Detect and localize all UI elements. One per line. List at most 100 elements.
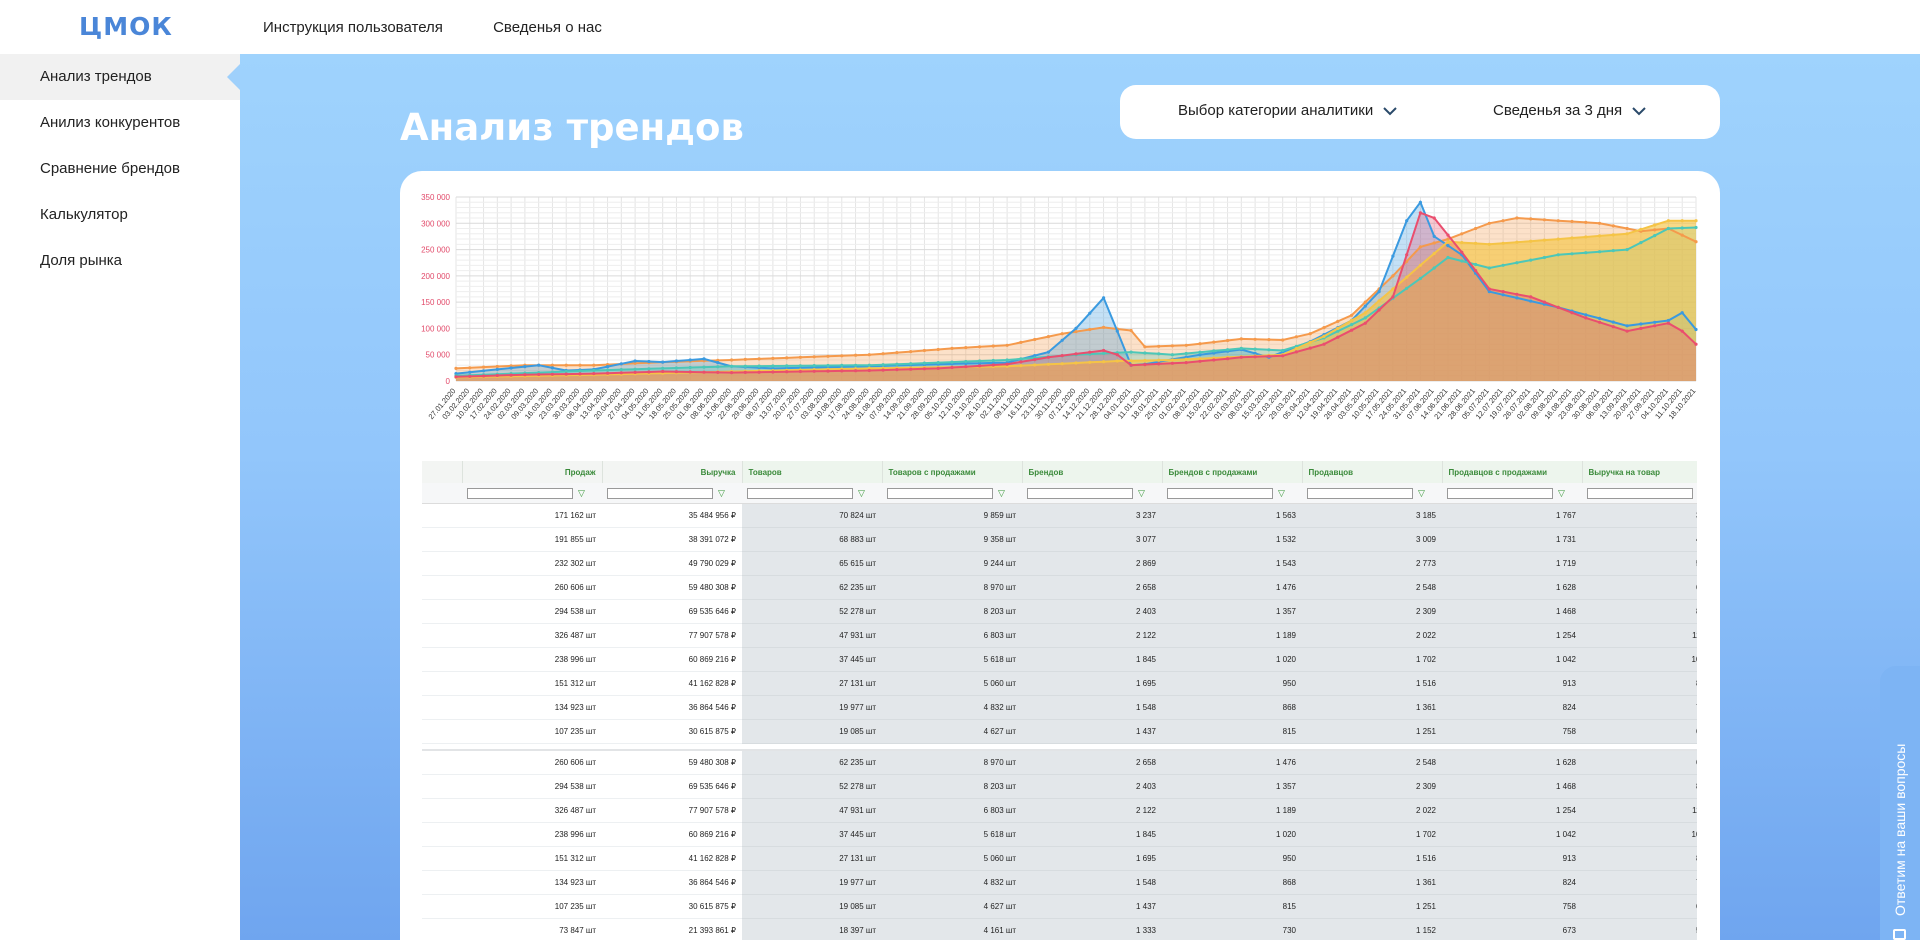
sidebar-item-competitors[interactable]: Анилиз конкурентов xyxy=(0,100,240,146)
table-row[interactable]: 151 312 шт 41 162 828 ₽27 131 шт 5 060 шт 1… xyxy=(422,671,1697,696)
series-point xyxy=(1625,226,1629,231)
table-row[interactable]: 134 923 шт 36 864 546 ₽19 977 шт 4 832 шт 1… xyxy=(422,870,1697,895)
table-cell: 4 627 шт xyxy=(882,719,1022,744)
series-point xyxy=(854,369,858,373)
series-point xyxy=(1294,335,1298,339)
table-cell: 1 020 xyxy=(1162,822,1302,847)
series-point xyxy=(647,359,651,364)
filter-input[interactable] xyxy=(1027,487,1133,499)
table-row[interactable]: 238 996 шт 60 869 216 ₽37 445 шт 5 618 шт 1… xyxy=(422,822,1697,847)
column-header[interactable]: Продавцов xyxy=(1302,461,1443,483)
table-row[interactable]: 260 606 шт 59 480 308 ₽62 235 шт 8 970 шт 2… xyxy=(422,750,1697,775)
sidebar-item-market-share[interactable]: Доля рынка xyxy=(0,238,240,284)
chevron-down-icon xyxy=(1383,106,1397,115)
table-row[interactable]: 151 312 шт 41 162 828 ₽27 131 шт 5 060 шт 1… xyxy=(422,846,1697,871)
table-row[interactable]: 326 487 шт 77 907 578 ₽47 931 шт 6 803 шт 2… xyxy=(422,623,1697,648)
filter-icon[interactable]: ▽ xyxy=(578,488,585,498)
table-row[interactable]: 73 847 шт 21 393 861 ₽18 397 шт 4 161 шт 1 … xyxy=(422,918,1697,940)
series-point xyxy=(716,361,720,365)
series-point xyxy=(1294,347,1298,351)
column-header[interactable]: Товаров xyxy=(742,461,883,483)
filter-input[interactable] xyxy=(747,487,853,499)
table-cell: 8 135 xyxy=(1582,846,1697,871)
table-cell: 8 970 шт xyxy=(882,750,1022,775)
filter-input[interactable] xyxy=(607,487,713,499)
help-tab[interactable]: Ответим на ваши вопросы xyxy=(1880,666,1920,940)
table-cell: 4 161 шт xyxy=(882,918,1022,940)
sidebar-item-brands[interactable]: Сравнение брендов xyxy=(0,146,240,192)
table-row[interactable]: 171 162 шт 35 484 956 ₽70 824 шт 9 859 шт 3… xyxy=(422,503,1697,528)
filter-input[interactable] xyxy=(467,487,573,499)
filter-icon[interactable]: ▽ xyxy=(718,488,725,498)
nav-link-about[interactable]: Сведенья о нас xyxy=(493,19,602,36)
series-point xyxy=(867,363,871,367)
series-point xyxy=(1666,321,1670,325)
column-header[interactable]: Товаров с продажами xyxy=(882,461,1023,483)
sidebar-item-trends[interactable]: Анализ трендов xyxy=(0,54,240,100)
sidebar-item-calculator[interactable]: Калькулятор xyxy=(0,192,240,238)
table-row[interactable]: 134 923 шт 36 864 546 ₽19 977 шт 4 832 шт 1… xyxy=(422,695,1697,720)
filter-cell: ▽ xyxy=(602,483,742,504)
series-point xyxy=(1570,311,1574,315)
column-header[interactable]: Продаж xyxy=(462,461,603,483)
table-cell: 70 824 шт xyxy=(742,503,882,528)
series-point xyxy=(1460,250,1464,254)
nav-link-instructions[interactable]: Инструкция пользователя xyxy=(263,19,443,36)
table-row[interactable]: 107 235 шт 30 615 875 ₽19 085 шт 4 627 шт 1… xyxy=(422,894,1697,919)
series-point xyxy=(647,370,651,374)
column-header[interactable]: Брендов с продажами xyxy=(1162,461,1303,483)
filter-input[interactable] xyxy=(1167,487,1273,499)
table-cell: 1 719 xyxy=(1442,551,1582,576)
category-select[interactable]: Выбор категории аналитики xyxy=(1178,102,1397,119)
table-cell: 1 189 xyxy=(1162,623,1302,648)
filter-input[interactable] xyxy=(1307,487,1413,499)
filter-icon[interactable]: ▽ xyxy=(1418,488,1425,498)
filter-cell: ▽ xyxy=(1162,483,1302,504)
filter-input[interactable] xyxy=(1447,487,1553,499)
series-point xyxy=(1460,232,1464,236)
series-point xyxy=(1556,253,1560,257)
filter-icon[interactable]: ▽ xyxy=(1558,488,1565,498)
table-row[interactable]: 232 302 шт 49 790 029 ₽65 615 шт 9 244 шт 2… xyxy=(422,551,1697,576)
table-row[interactable]: 107 235 шт 30 615 875 ₽19 085 шт 4 627 шт 1… xyxy=(422,719,1697,744)
table-cell: 913 xyxy=(1442,671,1582,696)
series-point xyxy=(978,345,982,349)
series-point xyxy=(1418,245,1422,249)
table-row[interactable]: 260 606 шт 59 480 308 ₽62 235 шт 8 970 шт 2… xyxy=(422,575,1697,600)
series-point xyxy=(1418,200,1422,204)
series-point xyxy=(1281,354,1285,358)
series-point xyxy=(1391,295,1395,299)
series-point xyxy=(716,370,720,374)
table-cell: 134 923 шт xyxy=(462,695,602,720)
table-header-stub xyxy=(422,461,463,483)
y-tick-label: 250 000 xyxy=(421,246,450,255)
table-cell: 2 658 xyxy=(1022,750,1162,775)
table-row[interactable]: 294 538 шт 69 535 646 ₽52 278 шт 8 203 шт 2… xyxy=(422,599,1697,624)
column-header[interactable]: Выручка на товар xyxy=(1582,461,1697,483)
series-point xyxy=(1143,351,1147,355)
filter-icon[interactable]: ▽ xyxy=(1278,488,1285,498)
table-row[interactable]: 191 855 шт 38 391 072 ₽68 883 шт 9 358 шт 3… xyxy=(422,527,1697,552)
series-point xyxy=(1336,335,1340,339)
filter-icon[interactable]: ▽ xyxy=(998,488,1005,498)
filter-input[interactable] xyxy=(887,487,993,499)
column-header[interactable]: Брендов xyxy=(1022,461,1163,483)
column-header[interactable]: Продавцов с продажами xyxy=(1442,461,1583,483)
table-row[interactable]: 294 538 шт 69 535 646 ₽52 278 шт 8 203 шт 2… xyxy=(422,774,1697,799)
series-point xyxy=(1184,351,1188,356)
table-cell: 758 xyxy=(1442,719,1582,744)
series-point xyxy=(826,354,830,358)
filter-input[interactable] xyxy=(1587,487,1693,499)
table-row[interactable]: 326 487 шт 77 907 578 ₽47 931 шт 6 803 шт 2… xyxy=(422,798,1697,823)
series-point xyxy=(1115,329,1119,333)
filter-icon[interactable]: ▽ xyxy=(1138,488,1145,498)
table-cell: 815 xyxy=(1162,719,1302,744)
column-header[interactable]: Выручка xyxy=(602,461,743,483)
period-select[interactable]: Сведенья за 3 дня xyxy=(1493,102,1646,119)
series-point xyxy=(881,363,885,367)
filter-icon[interactable]: ▽ xyxy=(858,488,865,498)
logo[interactable]: ЦМОК xyxy=(79,12,173,41)
series-point xyxy=(482,365,486,369)
data-table: Продаж Выручка Товаров Товаров с продажами Б… xyxy=(422,461,1697,940)
table-row[interactable]: 238 996 шт 60 869 216 ₽37 445 шт 5 618 шт 1… xyxy=(422,647,1697,672)
